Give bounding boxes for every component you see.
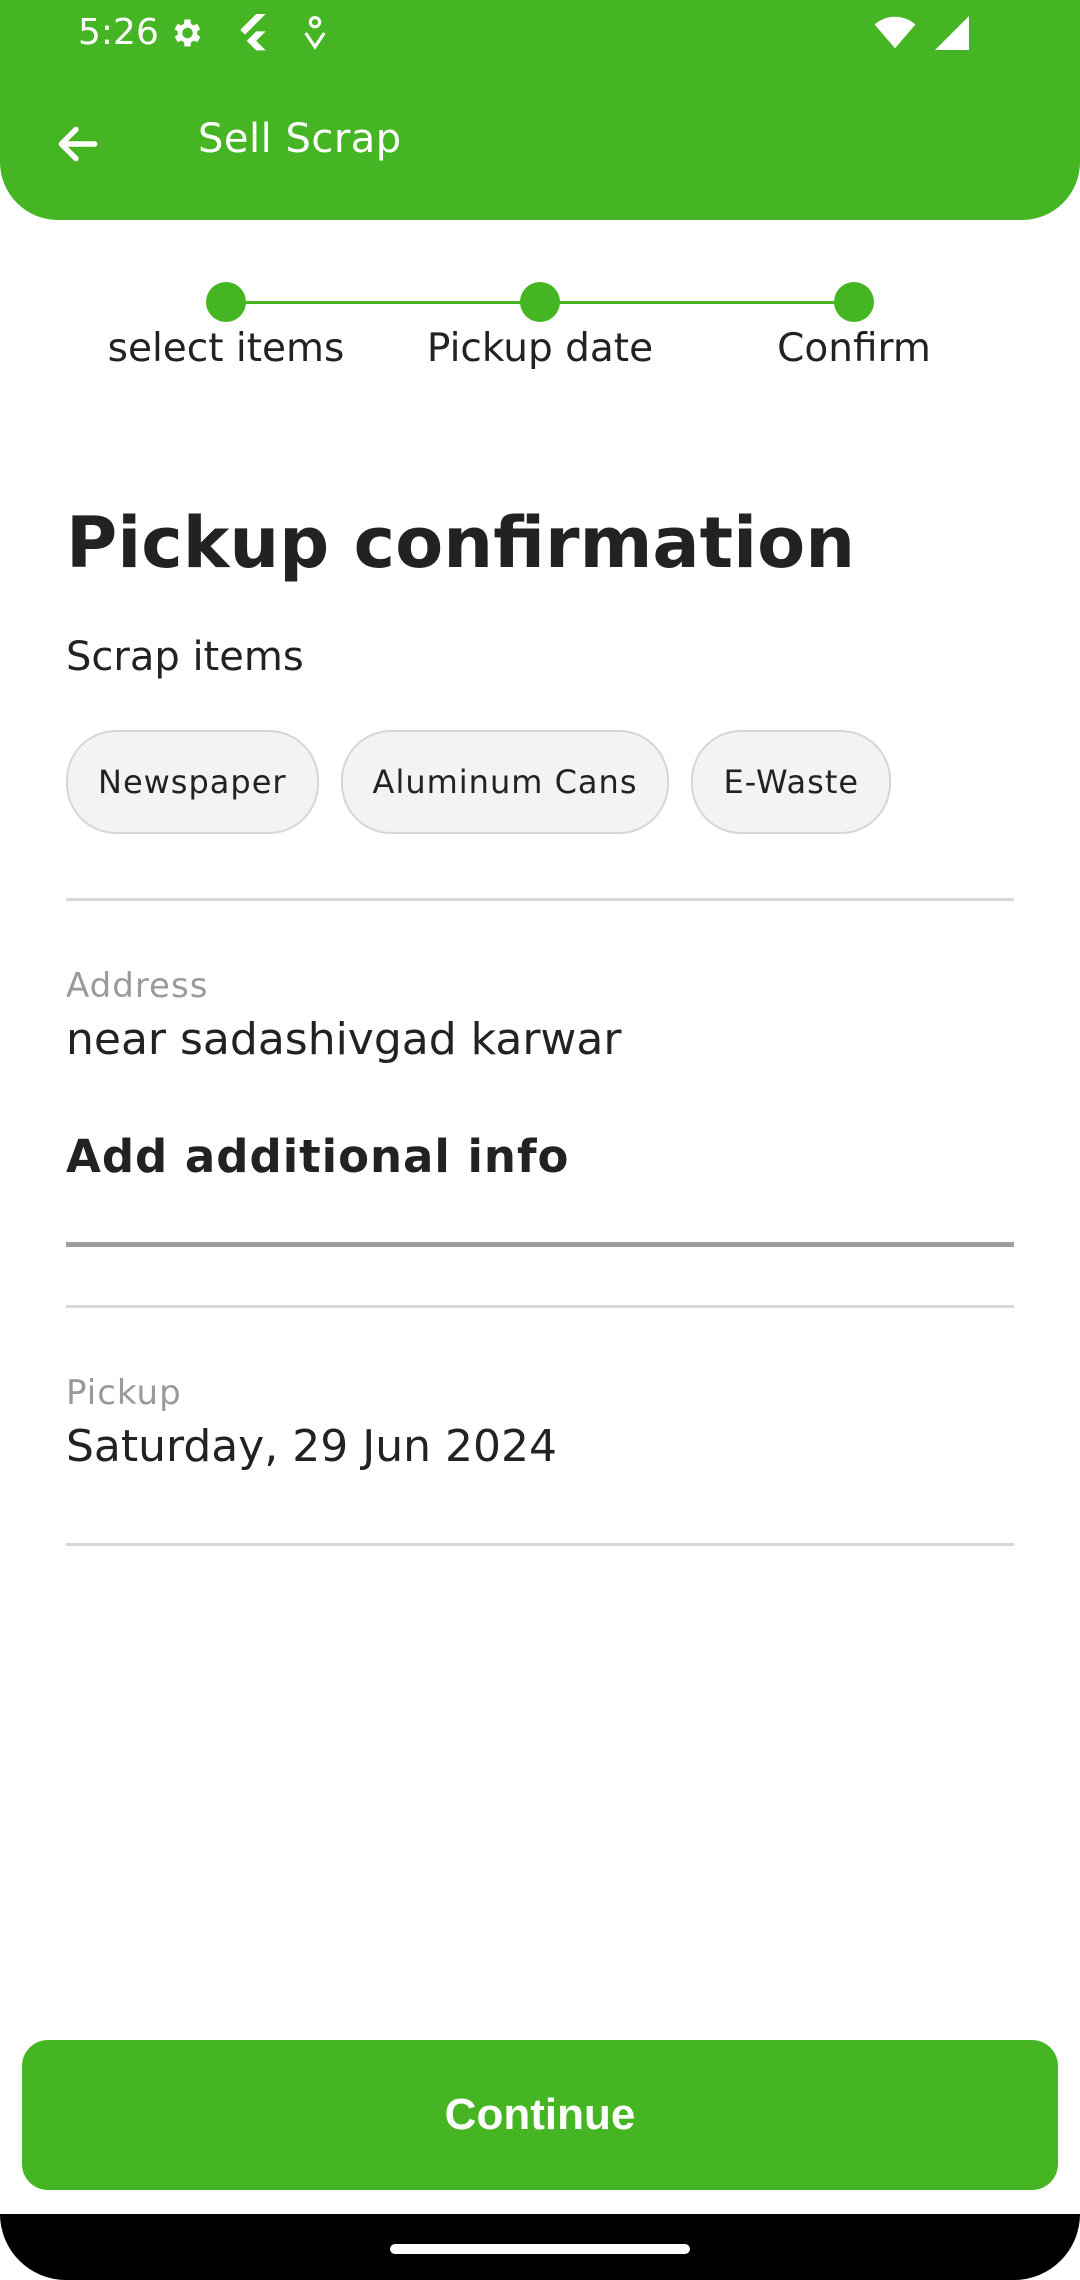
divider xyxy=(66,1543,1014,1546)
status-right xyxy=(874,16,970,50)
page-title: Sell Scrap xyxy=(198,116,402,162)
chip-newspaper[interactable]: Newspaper xyxy=(66,730,319,834)
address-caption: Address xyxy=(66,966,209,1006)
home-gesture-handle[interactable] xyxy=(390,2244,690,2254)
pickup-date-value: Saturday, 29 Jun 2024 xyxy=(66,1421,557,1472)
additional-info-label: Add additional info xyxy=(66,1130,570,1183)
scrap-chip-list: Newspaper Aluminum Cans E-Waste xyxy=(66,730,892,834)
gear-icon xyxy=(174,19,201,47)
step-label-select-items: select items xyxy=(107,326,345,371)
step-dot-pickup-date xyxy=(520,282,560,322)
divider xyxy=(66,898,1014,901)
step-label-pickup-date: Pickup date xyxy=(426,326,654,371)
back-button[interactable] xyxy=(44,110,112,178)
status-icons xyxy=(168,14,328,52)
chip-e-waste[interactable]: E-Waste xyxy=(691,730,892,834)
chip-aluminum-cans[interactable]: Aluminum Cans xyxy=(340,730,670,834)
debug-icon xyxy=(304,16,326,50)
step-connector xyxy=(226,301,540,304)
flutter-icon xyxy=(240,14,266,51)
step-dot-select-items xyxy=(206,282,246,322)
continue-button[interactable]: Continue xyxy=(22,2040,1058,2190)
step-dot-confirm xyxy=(834,282,874,322)
additional-info-field[interactable]: Add additional info xyxy=(66,1130,1014,1247)
navigation-bar xyxy=(0,2214,1080,2280)
step-label-confirm: Confirm xyxy=(777,326,931,371)
signal-icon xyxy=(935,16,969,50)
pickup-caption: Pickup xyxy=(66,1373,182,1413)
section-heading: Pickup confirmation xyxy=(66,502,856,584)
step-connector xyxy=(540,301,854,304)
progress-stepper: select items Pickup date Confirm xyxy=(0,280,1080,400)
address-value: near sadashivgad karwar xyxy=(66,1014,622,1065)
wifi-icon xyxy=(874,16,916,49)
status-time: 5:26 xyxy=(78,12,159,53)
app-bar: 5:26 Sell Scrap xyxy=(0,0,1080,220)
divider xyxy=(66,1305,1014,1308)
scrap-items-label: Scrap items xyxy=(66,634,304,680)
arrow-left-icon xyxy=(58,126,98,162)
